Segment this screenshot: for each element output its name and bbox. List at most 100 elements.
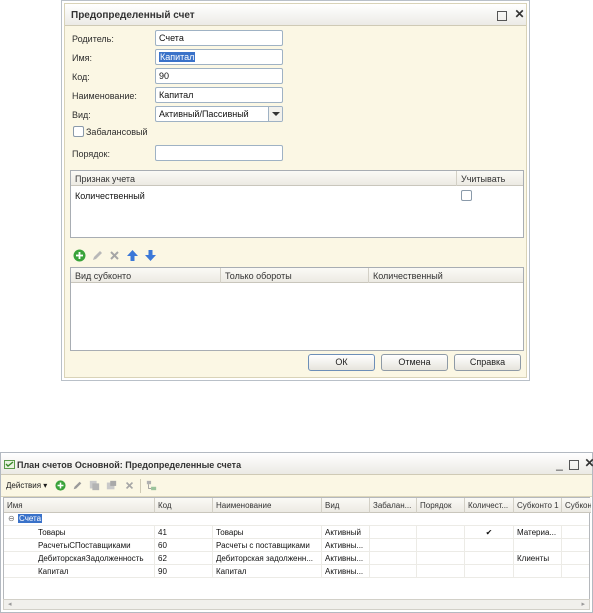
kind-select[interactable]: Активный/Пассивный (155, 106, 283, 122)
add-icon[interactable] (55, 480, 66, 491)
col-order[interactable]: Порядок (417, 498, 465, 513)
col-quantitative[interactable]: Количественный (369, 268, 523, 283)
table-row[interactable]: ДебиторскаяЗадолженность 62 Дебиторская … (4, 552, 589, 565)
attribute-row-name[interactable]: Количественный (75, 191, 145, 201)
cell-name: Товары (4, 526, 155, 539)
dialog-body: Предопределенный счет ✕ Родитель: Счета … (64, 3, 527, 378)
copy-icon[interactable] (89, 480, 100, 491)
cell-title: Капитал (213, 565, 322, 578)
attributes-header: Признак учета Учитывать (71, 171, 523, 186)
title-field[interactable]: Капитал (155, 87, 283, 103)
table-row[interactable]: Капитал 90 Капитал Активны... (4, 565, 589, 578)
col-offbalance[interactable]: Забалан... (370, 498, 417, 513)
actions-menu[interactable]: Действия ▾ (6, 481, 47, 490)
actions-label: Действия (6, 481, 42, 490)
col-name[interactable]: Имя (4, 498, 155, 513)
copy-group-icon[interactable] (106, 480, 117, 491)
maximize-icon[interactable] (497, 11, 507, 21)
cell-name: Капитал (4, 565, 155, 578)
kind-label: Вид: (72, 110, 91, 120)
cell-title: Дебиторская задолженн... (213, 552, 322, 565)
move-up-icon[interactable] (126, 249, 139, 262)
list-toolbar: Действия ▾ (1, 475, 592, 497)
minimize-icon[interactable]: _ (553, 458, 566, 471)
cell-kind: Активны... (322, 565, 370, 578)
edit-icon[interactable] (72, 480, 83, 491)
delete-icon[interactable] (124, 480, 135, 491)
cell-order (417, 539, 465, 552)
maximize-icon[interactable] (569, 460, 579, 470)
code-label: Код: (72, 72, 90, 82)
col-attribute[interactable]: Признак учета (71, 171, 457, 186)
hierarchy-icon[interactable] (146, 480, 157, 491)
predefined-account-dialog: Предопределенный счет ✕ Родитель: Счета … (61, 0, 530, 381)
delete-icon[interactable] (108, 249, 121, 262)
horizontal-scrollbar[interactable]: ◂ ▸ (3, 599, 590, 610)
edit-icon[interactable] (91, 249, 104, 262)
cell-code: 60 (155, 539, 213, 552)
cell-subconto-1 (514, 565, 562, 578)
offbalance-checkbox[interactable] (73, 126, 84, 137)
col-turnover-only[interactable]: Только обороты (221, 268, 369, 283)
cell-offbalance (370, 565, 417, 578)
name-value: Капитал (159, 52, 196, 62)
add-icon[interactable] (73, 249, 86, 262)
toolbar-divider (140, 479, 141, 493)
window-titlebar: План счетов Основной: Предопределенные с… (1, 453, 593, 475)
subconto-table: Вид субконто Только обороты Количественн… (70, 267, 524, 351)
col-kind[interactable]: Вид (322, 498, 370, 513)
order-label: Порядок: (72, 149, 110, 159)
name-label: Имя: (72, 53, 93, 63)
cell-title: Товары (213, 526, 322, 539)
subconto-header: Вид субконто Только обороты Количественн… (71, 268, 523, 283)
cell-quantity (465, 539, 514, 552)
col-code[interactable]: Код (155, 498, 213, 513)
chevron-down-icon[interactable] (268, 107, 282, 121)
cell-name: ДебиторскаяЗадолженность (4, 552, 155, 565)
code-field[interactable]: 90 (155, 68, 283, 84)
name-field[interactable]: Капитал (155, 49, 283, 65)
cell-quantity: ✔ (465, 526, 514, 539)
table-row[interactable]: ⊖ Счета (4, 513, 589, 526)
window-title: План счетов Основной: Предопределенные с… (17, 460, 242, 470)
cell-code: 41 (155, 526, 213, 539)
cell-subconto-1: Клиенты (514, 552, 562, 565)
parent-label: Родитель: (72, 34, 114, 44)
col-subconto-1[interactable]: Субконто 1 (514, 498, 562, 513)
table-row[interactable]: РасчетыСПоставщиками 60 Расчеты с постав… (4, 539, 589, 552)
order-field[interactable] (155, 145, 283, 161)
col-subconto-kind[interactable]: Вид субконто (71, 268, 221, 283)
cell-code: 62 (155, 552, 213, 565)
cell-subconto-1 (514, 539, 562, 552)
scroll-left-icon[interactable]: ◂ (8, 600, 12, 608)
cell-subconto-1: Материа... (514, 526, 562, 539)
root-group-label: Счета (18, 514, 43, 523)
accounts-list: Имя Код Наименование Вид Забалан... Поря… (3, 497, 591, 601)
table-row[interactable]: Товары 41 Товары Активный ✔ Материа... (4, 526, 589, 539)
col-quantity[interactable]: Количест... (465, 498, 514, 513)
collapse-icon[interactable]: ⊖ (8, 514, 15, 523)
col-subconto-2[interactable]: Субкон (562, 498, 591, 513)
parent-field[interactable]: Счета (155, 30, 283, 46)
dialog-title: Предопределенный счет (71, 10, 195, 21)
close-icon[interactable]: ✕ (513, 8, 526, 21)
help-button[interactable]: Справка (454, 354, 521, 371)
cell-order (417, 565, 465, 578)
cell-order (417, 526, 465, 539)
chart-of-accounts-window: План счетов Основной: Предопределенные с… (0, 452, 593, 613)
col-use[interactable]: Учитывать (457, 171, 523, 186)
move-down-icon[interactable] (144, 249, 157, 262)
scroll-right-icon[interactable]: ▸ (581, 600, 585, 608)
accounting-attributes-table: Признак учета Учитывать Количественный (70, 170, 524, 238)
dialog-titlebar: Предопределенный счет ✕ (65, 4, 526, 26)
cell-quantity (465, 552, 514, 565)
cell-kind: Активный (322, 526, 370, 539)
cell-offbalance (370, 539, 417, 552)
col-title[interactable]: Наименование (213, 498, 322, 513)
title-label: Наименование: (72, 91, 137, 101)
cancel-button[interactable]: Отмена (381, 354, 448, 371)
ok-button[interactable]: ОК (308, 354, 375, 371)
list-window-icon (4, 460, 15, 469)
use-checkbox[interactable] (461, 190, 472, 201)
close-icon[interactable]: ✕ (583, 457, 593, 470)
